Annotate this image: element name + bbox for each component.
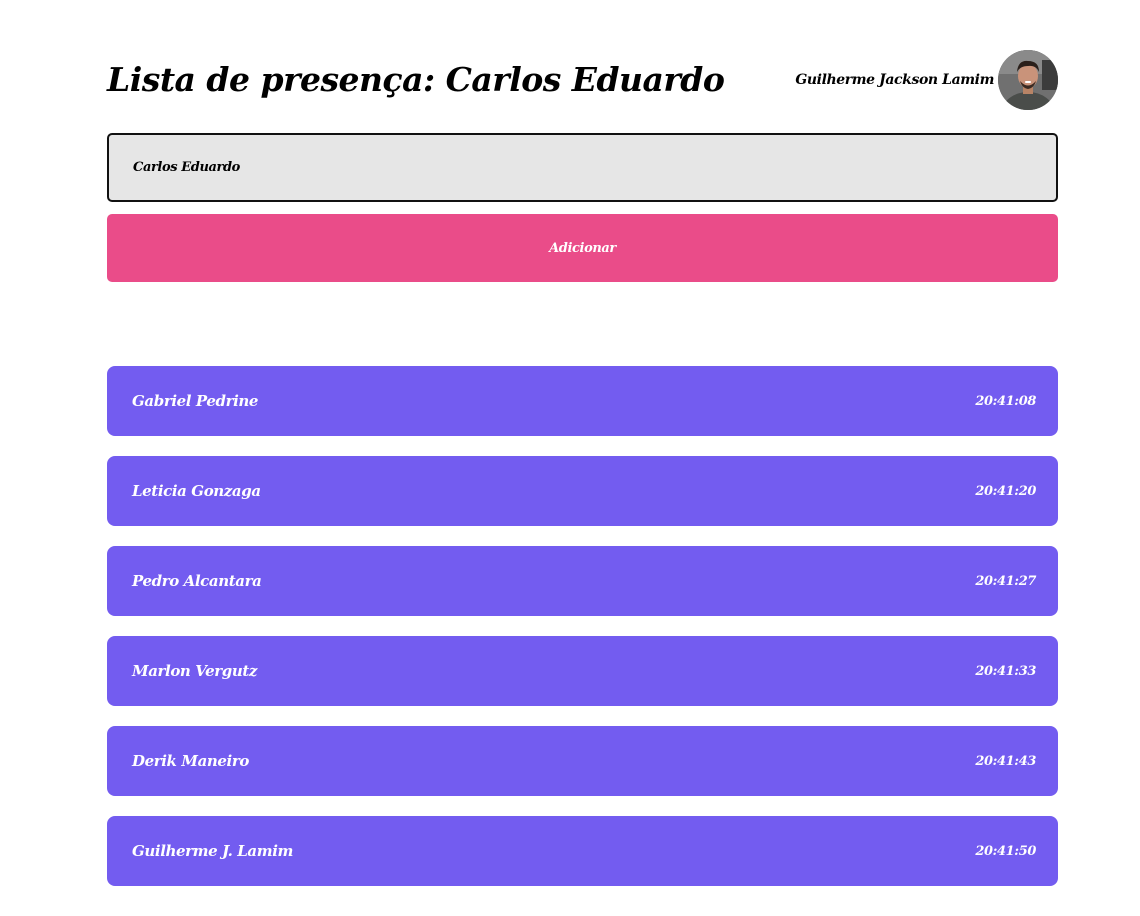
- page-title: Lista de presença: Carlos Eduardo: [107, 60, 725, 99]
- attendee-time: 20:41:50: [975, 843, 1036, 859]
- page-header: Lista de presença: Carlos Eduardo Guilhe…: [107, 48, 1058, 112]
- user-name: Guilherme Jackson Lamim: [795, 72, 994, 88]
- attendee-card: Marlon Vergutz 20:41:33: [107, 636, 1058, 706]
- add-button[interactable]: Adicionar: [107, 214, 1058, 282]
- attendee-time: 20:41:20: [975, 483, 1036, 499]
- attendee-time: 20:41:08: [975, 393, 1036, 409]
- user-avatar-icon: [998, 50, 1058, 110]
- attendee-time: 20:41:27: [975, 573, 1036, 589]
- attendee-card: Guilherme J. Lamim 20:41:50: [107, 816, 1058, 886]
- attendee-time: 20:41:33: [975, 663, 1036, 679]
- attendee-card: Pedro Alcantara 20:41:27: [107, 546, 1058, 616]
- name-input[interactable]: [107, 133, 1058, 202]
- attendee-card: Gabriel Pedrine 20:41:08: [107, 366, 1058, 436]
- attendee-name: Pedro Alcantara: [132, 572, 262, 590]
- attendee-card: Leticia Gonzaga 20:41:20: [107, 456, 1058, 526]
- user-profile: Guilherme Jackson Lamim: [795, 50, 1058, 110]
- avatar: [998, 50, 1058, 110]
- attendee-card: Derik Maneiro 20:41:43: [107, 726, 1058, 796]
- attendee-name: Marlon Vergutz: [132, 662, 258, 680]
- attendee-time: 20:41:43: [975, 753, 1036, 769]
- attendee-name: Derik Maneiro: [132, 752, 249, 770]
- attendee-name: Gabriel Pedrine: [132, 392, 259, 410]
- attendance-list: Gabriel Pedrine 20:41:08 Leticia Gonzaga…: [107, 366, 1058, 906]
- attendee-name: Leticia Gonzaga: [132, 482, 261, 500]
- attendee-name: Guilherme J. Lamim: [132, 842, 293, 860]
